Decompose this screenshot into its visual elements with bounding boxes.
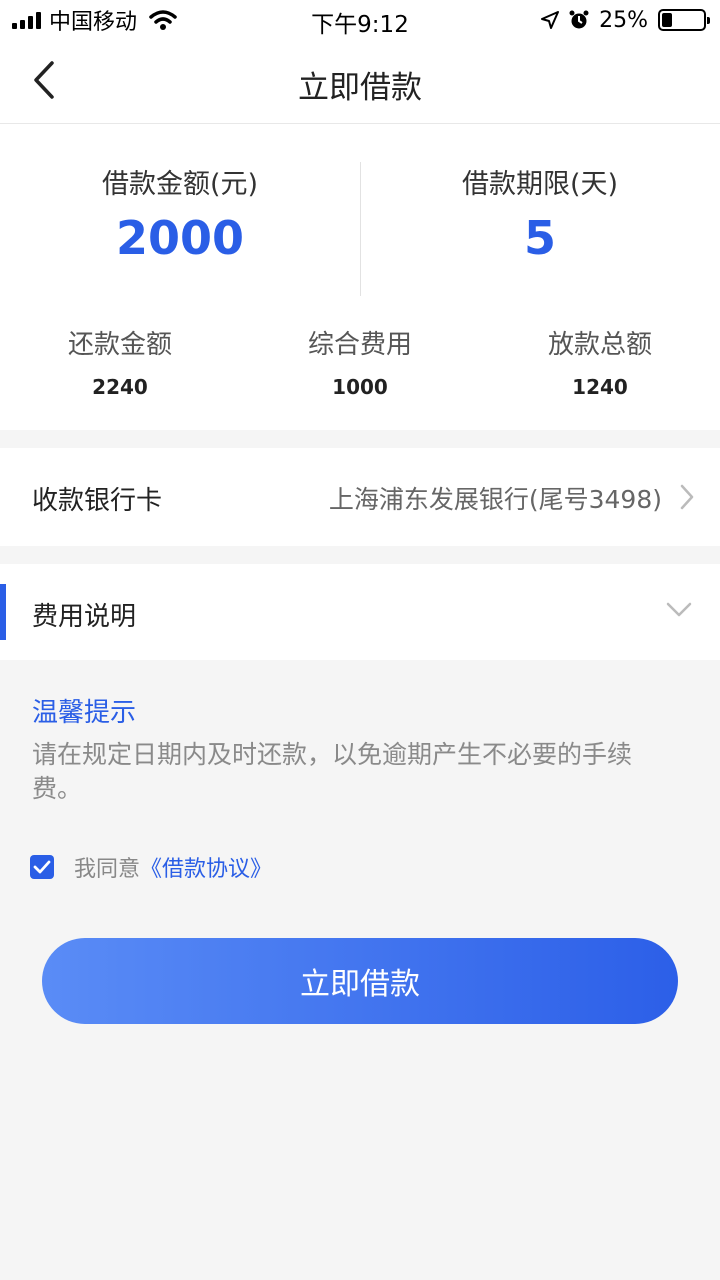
- repay-amount-label: 还款金额: [67, 330, 172, 360]
- fee-explanation-label: 费用说明: [32, 602, 137, 632]
- chevron-down-icon: [666, 602, 692, 617]
- page-title: 立即借款: [298, 70, 422, 106]
- total-fee-value: 1000: [332, 375, 388, 399]
- agreement-checkbox[interactable]: [30, 855, 54, 879]
- battery-level: [662, 13, 672, 27]
- loan-term-label: 借款期限(天): [461, 169, 619, 200]
- repay-amount-value: 2240: [92, 375, 148, 399]
- alarm-icon: [569, 10, 589, 29]
- chevron-right-icon: [680, 484, 694, 510]
- fee-explanation-row[interactable]: 费用说明: [0, 564, 720, 660]
- payout-total-value: 1240: [572, 375, 628, 399]
- loan-agreement-link[interactable]: 《借款协议》: [140, 851, 272, 883]
- agreement-prefix: 我同意: [74, 857, 141, 882]
- repay-amount-item: 还款金额 2240: [0, 324, 240, 399]
- battery-percent: 25%: [599, 7, 648, 33]
- status-right: 25%: [541, 6, 710, 34]
- loan-term-column: 借款期限(天) 5: [360, 162, 720, 265]
- bank-card-label: 收款银行卡: [32, 486, 163, 516]
- agreement-row: 我同意 《借款协议》: [30, 852, 272, 882]
- borrow-now-button[interactable]: 立即借款: [42, 938, 678, 1024]
- location-icon: [541, 11, 560, 29]
- tips-text: 请在规定日期内及时还款，以免逾期产生不必要的手续 费。: [32, 740, 633, 803]
- total-fee-item: 综合费用 1000: [240, 324, 480, 399]
- bank-card-value: 上海浦东发展银行(尾号3498): [328, 485, 662, 514]
- loan-summary-card: 借款金额(元) 2000 借款期限(天) 5 还款金额 2240 综合费用 10…: [0, 124, 720, 430]
- bank-card-row[interactable]: 收款银行卡 上海浦东发展银行(尾号3498): [0, 448, 720, 546]
- loan-term-value[interactable]: 5: [360, 211, 720, 265]
- loan-amount-column: 借款金额(元) 2000: [0, 162, 360, 265]
- payout-total-label: 放款总额: [547, 330, 652, 360]
- total-fee-label: 综合费用: [307, 330, 412, 360]
- loan-amount-value[interactable]: 2000: [0, 211, 360, 265]
- checkmark-icon: [33, 860, 51, 874]
- battery-icon: [658, 9, 710, 31]
- section-accent-bar: [0, 584, 6, 640]
- nav-bar: 立即借款: [0, 40, 720, 124]
- payout-total-item: 放款总额 1240: [480, 324, 720, 399]
- loan-amount-label: 借款金额(元): [101, 169, 259, 200]
- tips-title: 温馨提示: [32, 698, 137, 728]
- status-bar: 中国移动 下午9:12 25%: [0, 0, 720, 40]
